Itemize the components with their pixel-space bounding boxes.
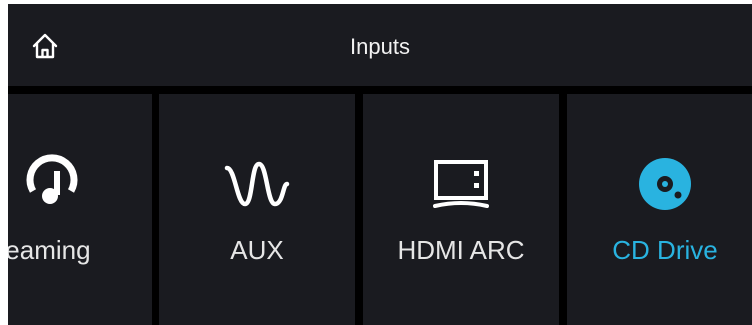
aux-wave-icon (217, 154, 297, 214)
top-bar: Inputs (8, 4, 752, 86)
input-label-cd-drive: CD Drive (612, 235, 718, 265)
input-source-list: treaming AUX HDMI ARC (8, 94, 752, 325)
input-label-aux: AUX (230, 235, 284, 265)
tv-icon (421, 154, 501, 214)
input-tile-hdmi-arc[interactable]: HDMI ARC (363, 94, 559, 325)
input-tile-streaming[interactable]: treaming (8, 94, 152, 325)
input-label-hdmi-arc: HDMI ARC (397, 235, 525, 265)
cd-disc-icon (625, 154, 705, 214)
streaming-music-icon (12, 154, 92, 214)
page-title: Inputs (350, 34, 410, 59)
inputs-screen: Inputs treaming AUX (8, 4, 752, 325)
input-label-streaming: treaming (8, 235, 91, 265)
input-tile-cd-drive[interactable]: CD Drive (567, 94, 752, 325)
input-tile-aux[interactable]: AUX (159, 94, 355, 325)
